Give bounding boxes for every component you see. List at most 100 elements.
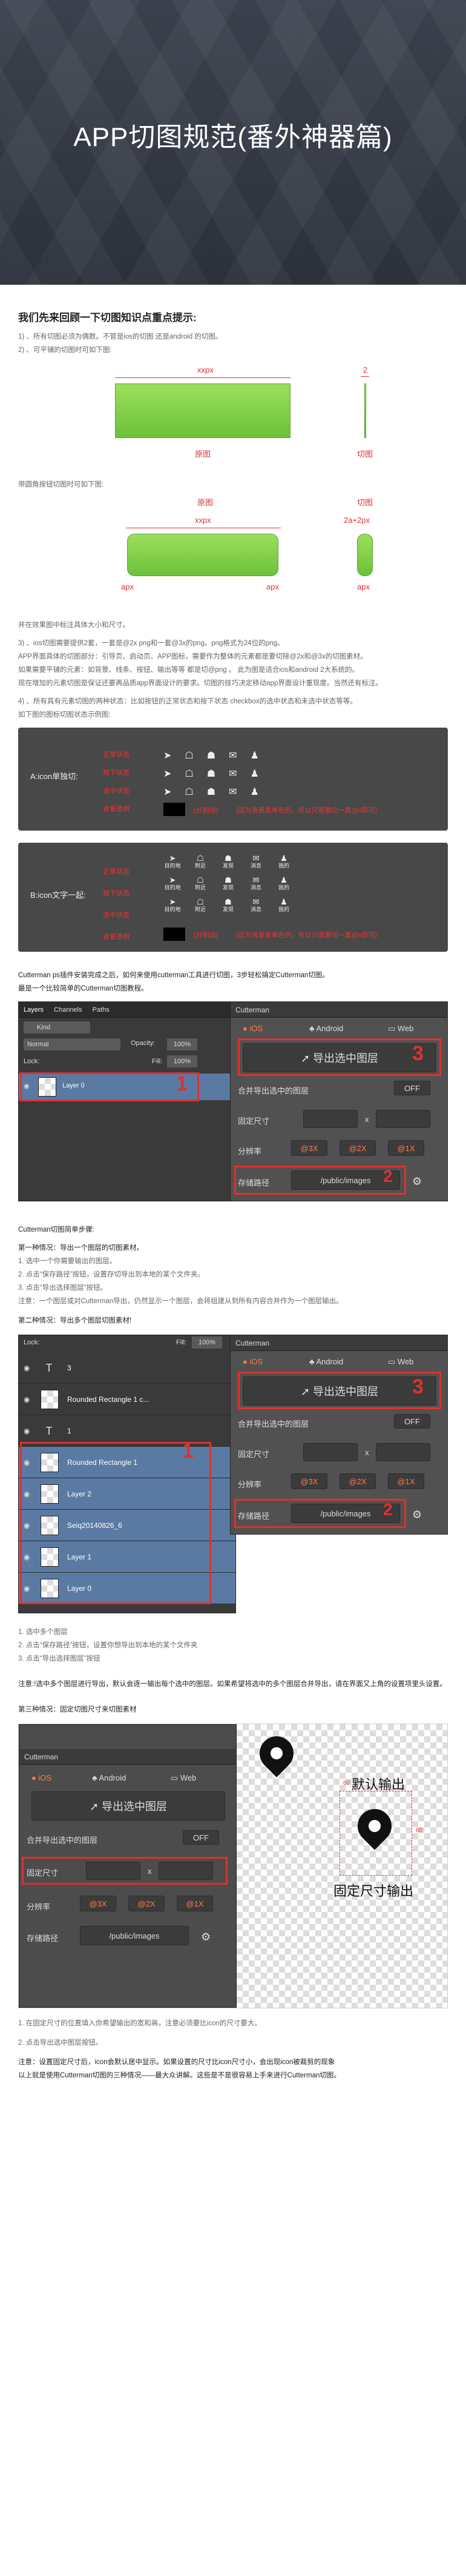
dim-h: 60 (416, 1827, 423, 1834)
mixed-label: B:icon文字一起: (30, 891, 86, 900)
layer-row[interactable]: ◉ Rounded Rectangle 1 c... (19, 1384, 235, 1415)
eye-icon[interactable]: ◉ (24, 1384, 30, 1415)
height-input[interactable] (376, 1110, 430, 1128)
res-2x-2[interactable]: @2X (340, 1473, 376, 1489)
cutterman-title-3: Cutterman (19, 1749, 236, 1765)
fill-input-2[interactable]: 100% (192, 1336, 222, 1349)
layer-thumbnail (41, 1390, 59, 1409)
path-input-3[interactable]: /public/images (80, 1926, 189, 1945)
fill-input[interactable]: 100% (167, 1055, 197, 1067)
gear-icon[interactable]: ⚙ (412, 1175, 422, 1188)
tab-item: ♟ 我的 (275, 854, 293, 877)
eye-icon[interactable]: ◉ (24, 1352, 30, 1384)
screenshot-2: Lock: Fill: 100% ◉ T 3 ◉ Rounded Rectangle 1… (18, 1335, 448, 1619)
fixed-size-label: 固定尺寸 (238, 1117, 270, 1126)
res-2x[interactable]: @2X (340, 1140, 376, 1156)
res-3x-3[interactable]: @3X (80, 1896, 116, 1911)
fill-label: Fill: (152, 1058, 163, 1065)
orig-label: 原图 (195, 450, 211, 459)
mixed-state-selected: 选中状态 (103, 912, 130, 919)
tab-item: ☖ 附近 (191, 876, 209, 898)
fill-label-2: Fill: (176, 1339, 187, 1346)
tab-item-label: 消息 (250, 885, 261, 891)
tab-item: ♟ 我的 (275, 876, 293, 898)
cm-intro-2: 最是一个比较简单的Cutterman切图教程。 (18, 985, 148, 992)
c1s2: 2. 点击“保存路径”按钮，设置存切导出到本地的某个文件夹。 (18, 1271, 205, 1278)
resolution-label-2: 分辨率 (238, 1480, 262, 1489)
xxpx-label-2: xxpx (195, 516, 211, 525)
blend-select[interactable]: Normal (24, 1038, 120, 1051)
map-pin-icon-default (252, 1729, 301, 1778)
res-3x-2[interactable]: @3X (291, 1473, 327, 1489)
tab-item-label: 我的 (278, 863, 289, 869)
path-label-3: 存储路径 (27, 1934, 59, 1943)
res-1x-3[interactable]: @1X (177, 1896, 213, 1911)
tab-item: ♟ 我的 (275, 898, 293, 920)
tab-android-3[interactable]: ♣ Android (92, 1773, 126, 1782)
label-fixed-output: 固定尺寸输出 (333, 1884, 414, 1899)
tab-paths[interactable]: Paths (93, 1006, 110, 1014)
mixed-state-labels: 正常状态 按下状态 选中状态 背景透明 (103, 861, 130, 948)
c1s1: 1. 选中一个你需要输出的图层。 (18, 1258, 117, 1265)
tab-web[interactable]: ▭ Web (388, 1024, 413, 1034)
case3-heading: 第三种情况：固定切图尺寸来切图素材 (18, 1706, 137, 1713)
tab-ios[interactable]: ● iOS (243, 1024, 263, 1033)
res-1x-2[interactable]: @1X (388, 1473, 424, 1489)
resolution-label: 分辨率 (238, 1147, 262, 1156)
highlight-multi (20, 1442, 211, 1604)
tab-item: ➤ 目的地 (164, 875, 181, 891)
tab-ios-3[interactable]: ● iOS (31, 1773, 51, 1782)
cutterman-title: Cutterman (231, 1002, 447, 1018)
c3s2: 2. 点击导出选中图层按钮。 (18, 2039, 103, 2047)
width-input-2[interactable] (303, 1443, 358, 1461)
tab-layers[interactable]: Layers (24, 1006, 44, 1014)
ps-layers-panel-1: Layers Channels Paths Kind Normal Opacit… (18, 1001, 236, 1201)
cut-button (357, 534, 373, 576)
tab-item-label: 目的地 (164, 863, 181, 869)
tab-web-2[interactable]: ▭ Web (388, 1357, 413, 1367)
highlight-export-2 (238, 1372, 441, 1409)
intro-p3: 带圆角按钮切图时可如下图: (18, 481, 104, 488)
mixed-bg-swatch (163, 928, 185, 941)
two-label: 2 (363, 365, 368, 374)
res-2x-3[interactable]: @2X (128, 1896, 165, 1911)
height-input-2[interactable] (376, 1443, 430, 1461)
single-label: A:icon单独切: (30, 772, 78, 781)
single-icon-grid: ➤☖☗✉♟ ➤☖☗✉♟ ➤☖☗✉♟ (163, 747, 272, 802)
layer-row[interactable]: ◉ T 3 (19, 1352, 235, 1384)
intro-p7: 如果需要平铺的元素：如背景、线条、按钮、输出等等 都是切@png 。 此为图是适… (18, 666, 359, 674)
res-3x[interactable]: @3X (291, 1140, 327, 1156)
mixed-tab-grid: ➤ 目的地 ☖ 附近 ☗ 发现 ✉ 消息 ♟ 我的 ➤ 目的地 ☖ 附近 ☗ 发现 ✉ 消息 ♟ 我的 ➤ 目的地 ☖ 附近 ☗… (163, 854, 293, 920)
lock-label-2: Lock: (24, 1339, 40, 1346)
merge-toggle-2[interactable]: OFF (394, 1414, 430, 1429)
gear-icon-3[interactable]: ⚙ (201, 1931, 211, 1944)
tab-item-label: 发现 (222, 885, 234, 891)
icon-row-normal: ➤☖☗✉♟ (163, 751, 272, 761)
tab-row: ➤ 目的地 ☖ 附近 ☗ 发现 ✉ 消息 ♟ 我的 (163, 854, 293, 877)
highlight-fixed-size (22, 1857, 228, 1885)
cutterman-panel-2: Cutterman ● iOS ♣ Android ▭ Web ➚ 导出选中图层… (230, 1335, 448, 1535)
tab-ios-2[interactable]: ● iOS (243, 1357, 263, 1366)
merge-toggle-3[interactable]: OFF (183, 1830, 219, 1845)
dim-w: 60 (343, 1780, 350, 1787)
tab-channels[interactable]: Channels (54, 1006, 82, 1014)
c3s1: 1. 在固定尺寸的位置填入你希望输出的宽和高，注意必须要比icon的尺寸要大。 (18, 2020, 261, 2027)
merge-toggle[interactable]: OFF (394, 1081, 430, 1095)
hero-title: APP切图规范(番外神器篇) (73, 122, 393, 152)
tab-android[interactable]: ♣ Android (309, 1024, 343, 1033)
state-selected: 选中状态 (103, 788, 130, 795)
width-input[interactable] (303, 1110, 358, 1128)
case2: 第二种情况：导出多个图层切图素材! (18, 1317, 132, 1324)
kind-select[interactable]: Kind (24, 1021, 90, 1034)
tab-android-2[interactable]: ♣ Android (309, 1357, 343, 1366)
tab-item-label: 附近 (194, 906, 206, 912)
opacity-input[interactable]: 100% (167, 1038, 197, 1051)
res-1x[interactable]: @1X (388, 1140, 424, 1156)
tab-web-3[interactable]: ▭ Web (171, 1773, 196, 1783)
export-button-3[interactable]: ➚ 导出选中图层 (31, 1791, 225, 1821)
cut-label-2: 切图 (357, 498, 373, 507)
marker-1: 1 (176, 1072, 188, 1095)
cm-intro-1: Cutterman ps插件安装完成之后，如何来使用cutterman工具进行切… (18, 972, 329, 979)
intro-p6: APP界面具体的切图部分：引导页、启动页、APP图标，需要作为整体的元素都是要切… (18, 653, 367, 660)
gear-icon-2[interactable]: ⚙ (412, 1509, 422, 1521)
